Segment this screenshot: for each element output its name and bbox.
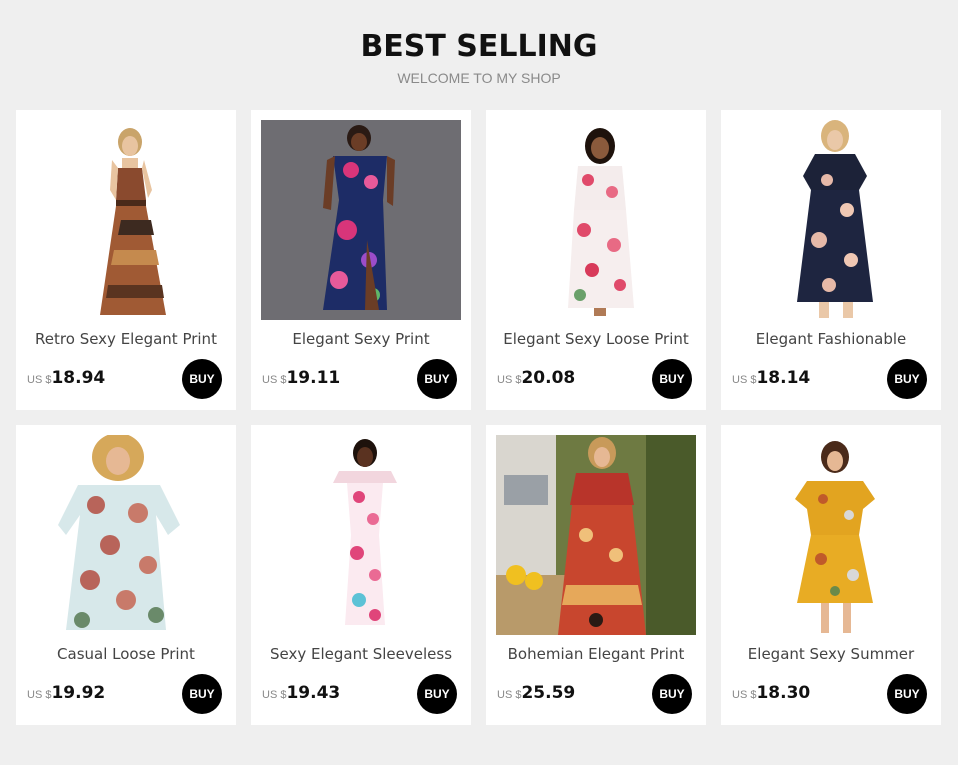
product-price: US $20.08 — [497, 368, 575, 388]
product-card[interactable]: Sexy Elegant Sleeveless US $19.43 BUY — [251, 425, 471, 725]
product-price: US $18.30 — [732, 683, 810, 703]
product-photo[interactable] — [496, 120, 696, 320]
price-amount: 18.94 — [51, 368, 106, 388]
buy-button[interactable]: BUY — [887, 359, 927, 399]
price-amount: 19.92 — [51, 683, 106, 703]
buy-button[interactable]: BUY — [417, 359, 457, 399]
product-name[interactable]: Elegant Sexy Loose Print — [486, 329, 706, 349]
product-photo[interactable] — [496, 435, 696, 635]
product-card[interactable]: Casual Loose Print US $19.92 BUY — [16, 425, 236, 725]
product-price: US $18.14 — [732, 368, 810, 388]
product-name[interactable]: Elegant Sexy Print — [251, 329, 471, 349]
product-name[interactable]: Bohemian Elegant Print — [486, 644, 706, 664]
price-currency: US $ — [732, 374, 757, 386]
section-title: BEST SELLING — [360, 29, 598, 64]
buy-button[interactable]: BUY — [182, 674, 222, 714]
price-amount: 19.11 — [286, 368, 341, 388]
product-photo[interactable] — [731, 120, 931, 320]
product-name[interactable]: Retro Sexy Elegant Print — [16, 329, 236, 349]
product-photo[interactable] — [261, 120, 461, 320]
product-price: US $19.11 — [262, 368, 340, 388]
product-card[interactable]: Retro Sexy Elegant Print US $18.94 BUY — [16, 110, 236, 410]
price-currency: US $ — [27, 374, 52, 386]
price-currency: US $ — [27, 689, 52, 701]
product-photo[interactable] — [731, 435, 931, 635]
product-card[interactable]: Elegant Sexy Summer US $18.30 BUY — [721, 425, 941, 725]
price-currency: US $ — [732, 689, 757, 701]
product-price: US $18.94 — [27, 368, 105, 388]
buy-button[interactable]: BUY — [182, 359, 222, 399]
buy-button[interactable]: BUY — [652, 359, 692, 399]
buy-button[interactable]: BUY — [417, 674, 457, 714]
price-currency: US $ — [262, 689, 287, 701]
price-amount: 25.59 — [521, 683, 576, 703]
product-price: US $19.92 — [27, 683, 105, 703]
buy-button[interactable]: BUY — [652, 674, 692, 714]
product-card[interactable]: Elegant Sexy Print US $19.11 BUY — [251, 110, 471, 410]
product-card[interactable]: Bohemian Elegant Print US $25.59 BUY — [486, 425, 706, 725]
product-photo[interactable] — [261, 435, 461, 635]
product-name[interactable]: Casual Loose Print — [16, 644, 236, 664]
price-amount: 18.30 — [756, 683, 811, 703]
section-subtitle: WELCOME TO MY SHOP — [397, 70, 561, 86]
section-header: BEST SELLING WELCOME TO MY SHOP — [0, 28, 958, 86]
price-currency: US $ — [262, 374, 287, 386]
product-card[interactable]: Elegant Sexy Loose Print US $20.08 BUY — [486, 110, 706, 410]
product-name[interactable]: Elegant Fashionable — [721, 329, 941, 349]
product-price: US $19.43 — [262, 683, 340, 703]
price-amount: 18.14 — [756, 368, 811, 388]
product-card[interactable]: Elegant Fashionable US $18.14 BUY — [721, 110, 941, 410]
product-photo[interactable] — [26, 120, 226, 320]
product-price: US $25.59 — [497, 683, 575, 703]
price-currency: US $ — [497, 689, 522, 701]
product-photo[interactable] — [26, 435, 226, 635]
product-name[interactable]: Sexy Elegant Sleeveless — [251, 644, 471, 664]
buy-button[interactable]: BUY — [887, 674, 927, 714]
price-currency: US $ — [497, 374, 522, 386]
price-amount: 19.43 — [286, 683, 341, 703]
product-name[interactable]: Elegant Sexy Summer — [721, 644, 941, 664]
price-amount: 20.08 — [521, 368, 576, 388]
